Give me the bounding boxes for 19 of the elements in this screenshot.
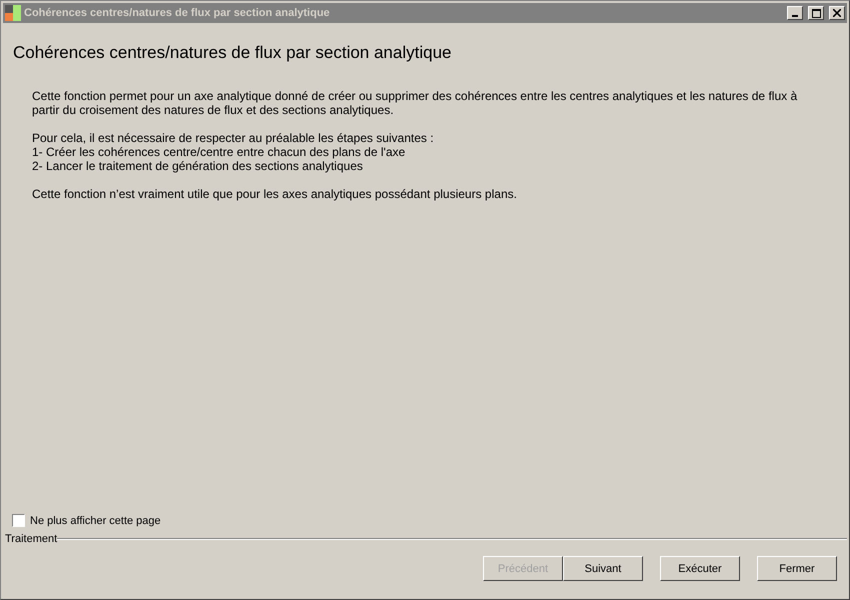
- dialog-button[interactable]: Fermer: [757, 556, 837, 581]
- maximize-button[interactable]: [808, 6, 824, 20]
- description-text: 1- Créer les cohérences centre/centre entre chacun des plans de l'axe: [32, 145, 406, 159]
- dialog-button[interactable]: Exécuter: [660, 556, 740, 581]
- close-button[interactable]: [829, 6, 845, 20]
- app-icon: [5, 5, 21, 21]
- description-text: 2- Lancer le traitement de génération des sections analytiques: [32, 159, 364, 173]
- description-text: Pour cela, il est nécessaire de respecter au préalable les étapes suivantes :: [32, 131, 435, 145]
- window-title: Cohérences centres/natures de flux par section analytique: [24, 7, 331, 19]
- dialog-button[interactable]: Suivant: [563, 556, 643, 581]
- checkbox[interactable]: [12, 514, 25, 527]
- checkbox-label: Ne plus afficher cette page: [30, 514, 161, 526]
- description-text: Cette fonction n’est vraiment utile que pour les axes analytiques possédant plusieurs plans.: [32, 187, 518, 201]
- close-icon: [833, 9, 841, 17]
- page-heading: Cohérences centres/natures de flux par section analytique: [13, 43, 452, 63]
- maximize-icon: [812, 8, 820, 18]
- group-label: Traitement: [5, 533, 58, 545]
- minimize-button[interactable]: [787, 6, 803, 20]
- description-text: Cette fonction permet pour un axe analytique donné de créer ou supprimer des cohérences entre les centres analytiques et les natures de flux à partir du croisement des natures de flux et des sections analytiques.: [32, 89, 798, 117]
